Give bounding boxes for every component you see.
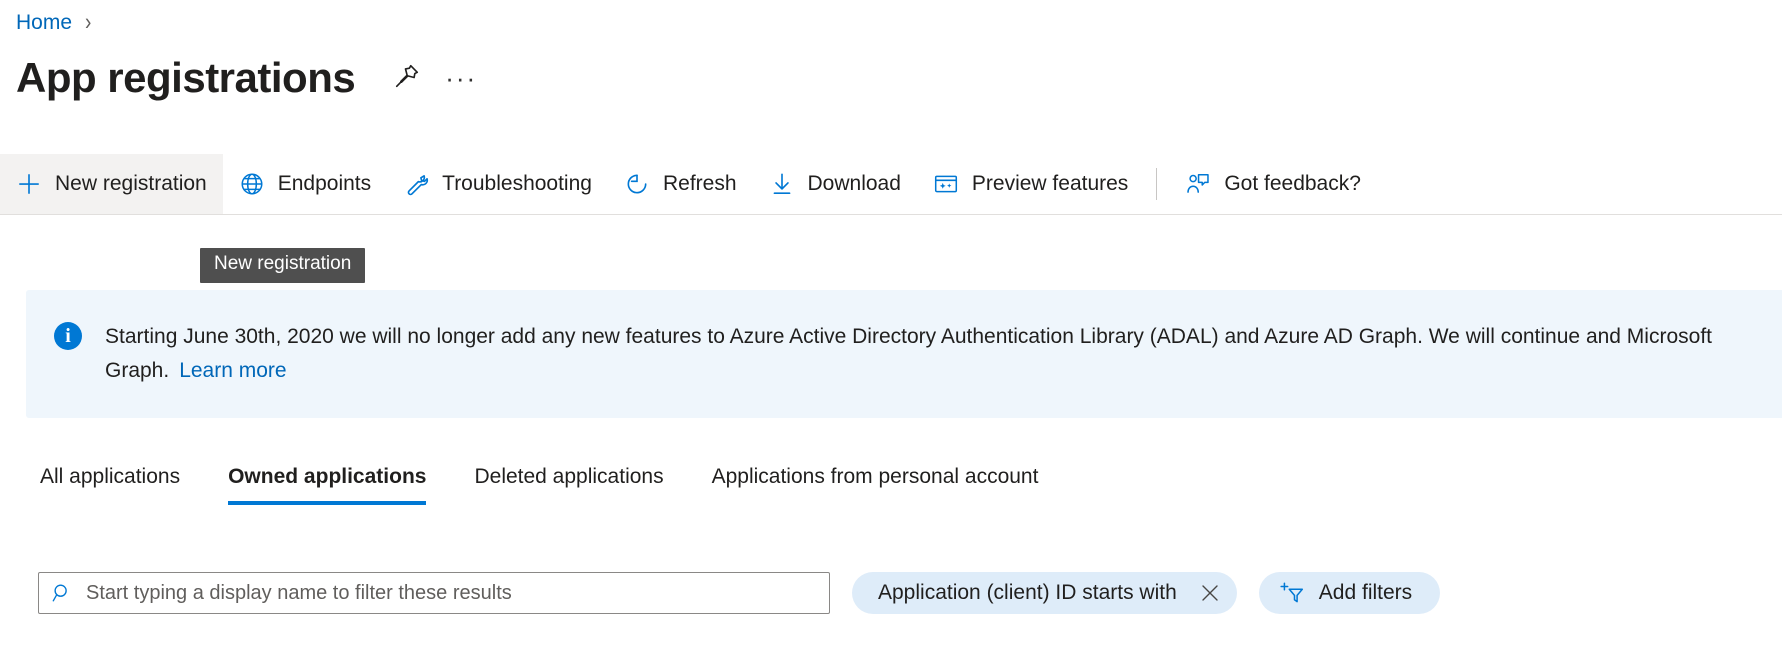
plus-icon: [16, 171, 42, 197]
tab-list: All applications Owned applications Dele…: [36, 455, 1062, 505]
filter-pill-label: Application (client) ID starts with: [878, 581, 1177, 604]
tooltip-new-registration: New registration: [200, 248, 366, 283]
learn-more-link[interactable]: Learn more: [179, 359, 286, 382]
command-label: Got feedback?: [1224, 172, 1361, 195]
add-filters-label: Add filters: [1318, 581, 1413, 604]
command-label: Endpoints: [277, 172, 372, 195]
filter-pill-application-client-id[interactable]: Application (client) ID starts with: [852, 572, 1237, 614]
breadcrumb: Home ›: [16, 6, 91, 38]
search-box[interactable]: [38, 572, 830, 614]
tab-label: All applications: [40, 465, 181, 488]
tab-owned-applications[interactable]: Owned applications: [204, 455, 450, 505]
command-endpoints[interactable]: Endpoints: [223, 154, 387, 214]
command-label: Refresh: [662, 172, 737, 195]
command-label: Troubleshooting: [442, 172, 592, 195]
download-icon: [769, 171, 795, 197]
command-label: New registration: [55, 172, 207, 195]
command-download[interactable]: Download: [753, 154, 917, 214]
tab-applications-from-personal-account[interactable]: Applications from personal account: [688, 455, 1063, 505]
info-banner-text: Starting June 30th, 2020 we will no long…: [105, 320, 1745, 387]
close-icon[interactable]: [1197, 580, 1223, 606]
filter-row: Application (client) ID starts with Add …: [38, 572, 1441, 614]
ellipsis-icon: ···: [445, 62, 478, 93]
add-filters-button[interactable]: Add filters: [1258, 572, 1441, 614]
breadcrumb-chevron-icon: ›: [85, 8, 92, 36]
pin-icon: [393, 62, 421, 95]
command-label: Download: [807, 172, 901, 195]
feedback-icon: [1185, 171, 1211, 197]
globe-icon: [239, 171, 265, 197]
preview-features-icon: [933, 171, 959, 197]
tab-all-applications[interactable]: All applications: [36, 455, 204, 505]
command-troubleshooting[interactable]: Troubleshooting: [387, 154, 608, 214]
command-bar: New registration Endpoints Troubleshooti…: [0, 154, 1782, 215]
search-input[interactable]: [86, 581, 817, 605]
breadcrumb-link-home[interactable]: Home: [16, 12, 72, 33]
command-got-feedback[interactable]: Got feedback?: [1169, 154, 1377, 214]
command-preview-features[interactable]: Preview features: [917, 154, 1144, 214]
wrench-icon: [403, 171, 429, 197]
command-bar-divider: [1156, 168, 1158, 200]
info-icon: i: [54, 322, 82, 350]
info-banner-line1: Starting June 30th, 2020 we will no long…: [105, 325, 1581, 348]
search-icon: [51, 582, 73, 604]
tab-label: Owned applications: [228, 465, 427, 488]
refresh-icon: [624, 171, 650, 197]
tab-label: Deleted applications: [474, 465, 664, 488]
page-title: App registrations: [16, 54, 356, 101]
more-options-button[interactable]: ···: [441, 58, 481, 98]
tab-label: Applications from personal account: [711, 465, 1039, 488]
command-new-registration[interactable]: New registration: [0, 154, 223, 214]
info-banner: i Starting June 30th, 2020 we will no lo…: [26, 290, 1782, 418]
tab-deleted-applications[interactable]: Deleted applications: [450, 455, 687, 505]
command-label: Preview features: [971, 172, 1129, 195]
add-filter-icon: [1279, 580, 1305, 606]
command-refresh[interactable]: Refresh: [608, 154, 753, 214]
pin-button[interactable]: [387, 58, 427, 98]
page-title-row: App registrations ···: [16, 48, 481, 108]
